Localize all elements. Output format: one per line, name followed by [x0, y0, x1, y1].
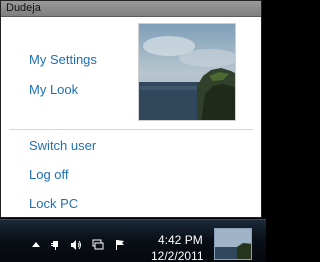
power-plug-icon[interactable]	[49, 238, 61, 250]
taskbar: 4:42 PM 12/2/2011	[0, 219, 266, 262]
lock-pc-link[interactable]: Lock PC	[29, 196, 78, 211]
landscape-photo-icon	[139, 24, 235, 120]
my-settings-link[interactable]: My Settings	[29, 52, 97, 67]
show-hidden-icons-arrow-icon[interactable]	[30, 238, 42, 250]
my-look-link[interactable]: My Look	[29, 82, 78, 97]
window-title: Dudeja	[6, 2, 41, 14]
screen: Dudeja My Settings My Look Switch user L…	[0, 0, 266, 262]
log-off-link[interactable]: Log off	[29, 167, 69, 182]
user-photo[interactable]	[138, 23, 236, 121]
title-bar: Dudeja	[1, 1, 261, 17]
user-thumbnail[interactable]	[214, 228, 252, 260]
clock-time[interactable]: 4:42 PM	[158, 233, 203, 247]
clock-date[interactable]: 12/2/2011	[151, 249, 204, 262]
landscape-thumbnail-icon	[215, 229, 251, 259]
user-menu-popup: Dudeja My Settings My Look Switch user L…	[0, 0, 262, 218]
volume-icon[interactable]	[70, 238, 82, 250]
action-center-flag-icon[interactable]	[114, 238, 126, 250]
switch-user-link[interactable]: Switch user	[29, 138, 96, 153]
network-icon[interactable]	[92, 238, 104, 250]
menu-divider	[9, 129, 253, 130]
